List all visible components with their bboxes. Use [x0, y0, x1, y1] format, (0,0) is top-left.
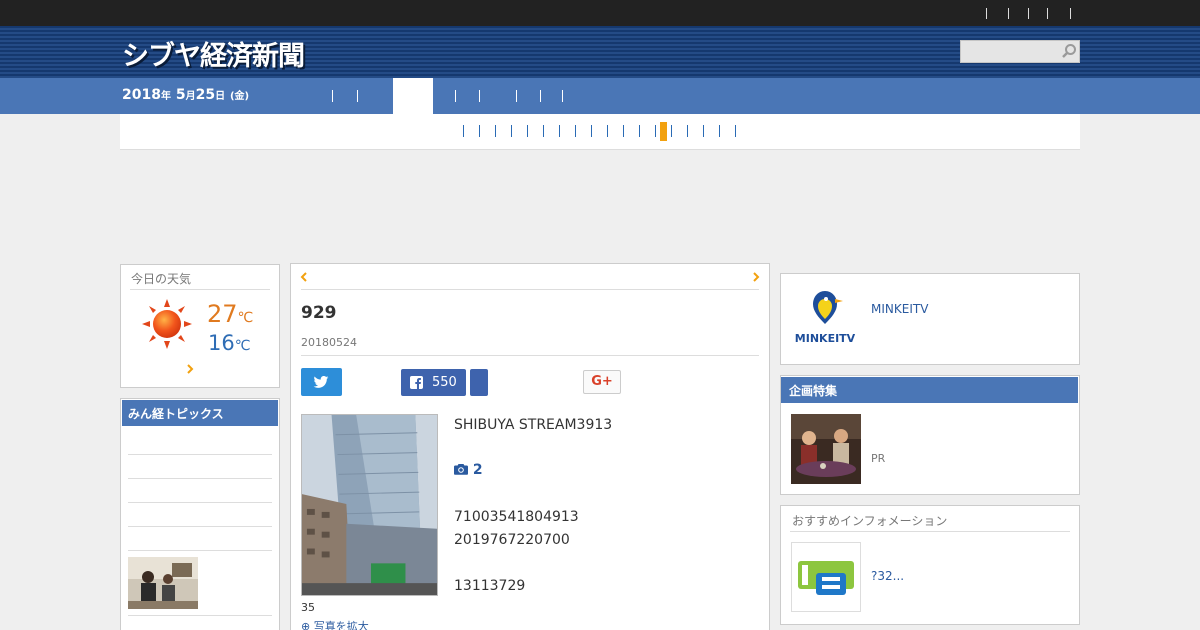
subnav-separator: [687, 125, 688, 137]
svg-text:MINKEITV: MINKEITV: [795, 332, 856, 345]
weather-title: 今日の天気: [131, 272, 192, 286]
article-text: 13113729: [454, 578, 526, 594]
chevron-left-icon[interactable]: [300, 272, 308, 282]
subnav-separator: [543, 125, 544, 137]
subnav-separator: [703, 125, 704, 137]
nav-separator: [540, 90, 541, 102]
info-link[interactable]: ?32...: [871, 569, 904, 583]
divider: [128, 615, 272, 616]
topbar-separator: [1047, 8, 1048, 19]
divider: [128, 454, 272, 455]
divider: [128, 478, 272, 479]
divider: [128, 502, 272, 503]
facebook-share-button[interactable]: 550: [401, 369, 466, 396]
divider: [128, 550, 272, 551]
subnav-separator: [623, 125, 624, 137]
search-icon[interactable]: [1061, 43, 1077, 59]
nav-separator: [332, 90, 333, 102]
site-logo[interactable]: シブヤ経済新聞: [122, 34, 305, 73]
recommended-info-title: おすすめインフォメーション: [792, 514, 948, 528]
subnav-separator: [495, 125, 496, 137]
pr-label: PR: [871, 452, 886, 465]
top-bar: [0, 0, 1200, 26]
today-date: 2018年 5月25日 (金): [122, 87, 250, 103]
sun-icon: [142, 299, 192, 349]
minkei-tv-link[interactable]: MINKEITV: [871, 302, 928, 316]
subnav-separator: [607, 125, 608, 137]
nav-item-active[interactable]: [393, 78, 433, 114]
subnav-separator: [655, 125, 656, 137]
subnav-separator: [463, 125, 464, 137]
feature-thumbnail[interactable]: [791, 414, 861, 484]
subnav-separator: [527, 125, 528, 137]
zoom-in-icon: ⊕: [301, 620, 311, 630]
divider: [130, 289, 270, 290]
subnav-item-active[interactable]: [660, 122, 667, 141]
topbar-separator: [986, 8, 987, 19]
article-text: 71003541804913: [454, 509, 579, 525]
subnav-separator: [575, 125, 576, 137]
sub-nav: [120, 114, 1080, 150]
divider: [301, 289, 759, 290]
twitter-icon: [313, 376, 329, 388]
nav-separator: [357, 90, 358, 102]
article-text: SHIBUYA STREAM3913: [454, 417, 613, 433]
chevron-right-icon[interactable]: [752, 272, 760, 282]
chevron-right-icon[interactable]: [186, 364, 194, 374]
enlarge-photo-link[interactable]: ⊕ 写真を拡大: [301, 618, 369, 630]
article-title: 929: [301, 303, 337, 323]
camera-icon: [454, 464, 468, 475]
minkei-tv-logo[interactable]: MINKEITV: [791, 287, 859, 349]
subnav-separator: [639, 125, 640, 137]
facebook-share-count: 550: [432, 375, 457, 390]
photo-count[interactable]: 2: [454, 462, 483, 478]
topbar-separator: [1028, 8, 1029, 19]
twitter-share-button[interactable]: [301, 368, 342, 396]
article-date: 20180524: [301, 336, 357, 349]
topbar-separator: [1008, 8, 1009, 19]
info-thumbnail[interactable]: [791, 542, 861, 612]
nav-separator: [479, 90, 480, 102]
article-photo[interactable]: [301, 414, 438, 596]
feature-title: 企画特集: [781, 377, 1078, 403]
nav-separator: [516, 90, 517, 102]
temp-high: 27℃: [207, 300, 254, 328]
topic-thumbnail[interactable]: [128, 557, 198, 609]
divider: [301, 355, 759, 356]
subnav-separator: [511, 125, 512, 137]
divider: [790, 531, 1070, 532]
facebook-icon: [410, 376, 423, 389]
subnav-separator: [719, 125, 720, 137]
divider: [128, 526, 272, 527]
nav-separator: [455, 90, 456, 102]
subnav-separator: [559, 125, 560, 137]
facebook-like-button[interactable]: [470, 369, 488, 396]
photo-caption: 35: [301, 601, 315, 614]
topics-title: みん経トピックス: [122, 400, 278, 426]
hapiken-logo: [798, 561, 854, 595]
subnav-separator: [591, 125, 592, 137]
temp-low: 16℃: [208, 331, 251, 355]
topbar-separator: [1070, 8, 1071, 19]
article-text: 2019767220700: [454, 532, 570, 548]
google-plus-button[interactable]: G+: [583, 370, 621, 394]
subnav-separator: [479, 125, 480, 137]
subnav-separator: [671, 125, 672, 137]
subnav-separator: [735, 125, 736, 137]
nav-separator: [562, 90, 563, 102]
